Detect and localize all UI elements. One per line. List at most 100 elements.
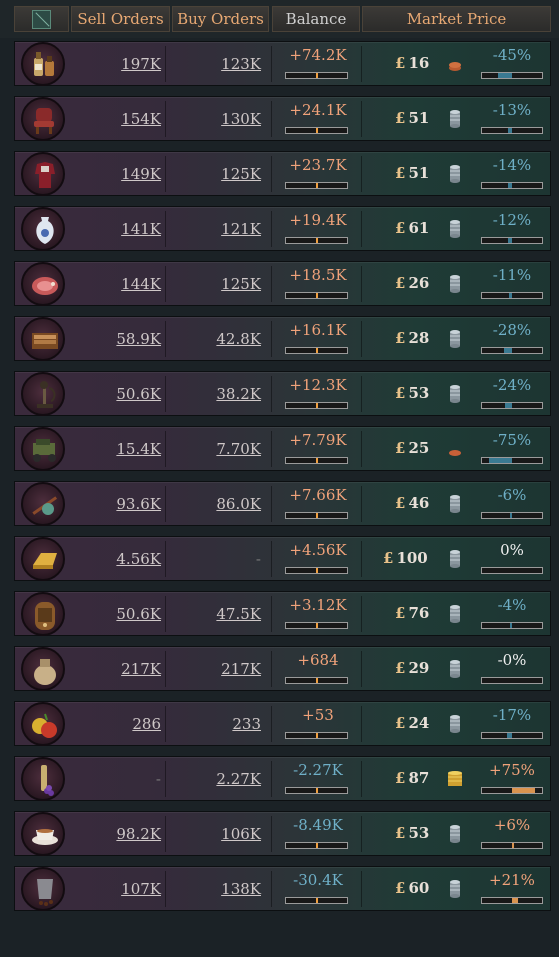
column-divider — [271, 596, 272, 632]
sell-orders-value[interactable]: 144K — [75, 275, 161, 293]
price-change-bar — [481, 457, 543, 464]
buy-orders-value[interactable]: 138K — [175, 880, 261, 898]
buy-orders-value[interactable]: 125K — [175, 275, 261, 293]
tea-icon[interactable] — [21, 812, 65, 856]
price-change-value: -0% — [497, 651, 527, 669]
sell-orders-value[interactable]: 93.6K — [75, 495, 161, 513]
sell-orders-value[interactable]: 217K — [75, 660, 161, 678]
sell-orders-value[interactable]: 141K — [75, 220, 161, 238]
header-icon-button[interactable] — [14, 6, 69, 32]
sell-orders-value[interactable]: 58.9K — [75, 330, 161, 348]
price-change-bar — [481, 237, 543, 244]
coin-stack-icon — [447, 52, 463, 74]
sell-orders-value[interactable]: 286 — [75, 715, 161, 733]
goods-row[interactable]: 58.9K 42.8K +16.1K £28 -28% — [14, 316, 551, 361]
goods-row[interactable]: 149K 125K +23.7K £51 -14% — [14, 151, 551, 196]
goods-row[interactable]: 93.6K 86.0K +7.66K £46 -6% — [14, 481, 551, 526]
price-change-bar-fill — [508, 128, 512, 133]
buy-orders-value[interactable]: 38.2K — [175, 385, 261, 403]
balance-bar — [285, 622, 348, 629]
goods-row[interactable]: 4.56K - +4.56K £100 0% — [14, 536, 551, 581]
buy-orders-value[interactable]: 130K — [175, 110, 261, 128]
sell-orders-value[interactable]: - — [75, 770, 161, 788]
radio-icon[interactable] — [21, 592, 65, 636]
balance-bar-marker — [316, 843, 318, 848]
goods-row[interactable]: 286 233 +53 £24 -17% — [14, 701, 551, 746]
wine-icon[interactable] — [21, 757, 65, 801]
luxury-clothes-icon[interactable] — [21, 152, 65, 196]
price-change-bar-fill — [489, 458, 512, 463]
goods-row[interactable]: 144K 125K +18.5K £26 -11% — [14, 261, 551, 306]
balance-bar-marker — [316, 238, 318, 243]
goods-row[interactable]: 197K 123K +74.2K £16 -45% — [14, 41, 551, 86]
goods-row[interactable]: 50.6K 47.5K +3.12K £76 -4% — [14, 591, 551, 636]
pound-sign: £ — [395, 824, 406, 842]
buy-orders-value[interactable]: 121K — [175, 220, 261, 238]
pound-sign: £ — [395, 274, 406, 292]
luxury-furniture-icon[interactable] — [21, 97, 65, 141]
sell-orders-value[interactable]: 98.2K — [75, 825, 161, 843]
telephone-icon[interactable] — [21, 372, 65, 416]
pound-sign: £ — [395, 384, 406, 402]
column-divider — [271, 376, 272, 412]
column-divider — [271, 46, 272, 82]
goods-row[interactable]: 15.4K 7.70K +7.79K £25 -75% — [14, 426, 551, 471]
grain-icon[interactable] — [21, 647, 65, 691]
price-change-bar-fill — [507, 733, 512, 738]
buy-orders-value[interactable]: 7.70K — [175, 440, 261, 458]
meat-icon[interactable] — [21, 262, 65, 306]
buy-orders-header[interactable]: Buy Orders — [172, 6, 269, 32]
automobile-icon[interactable] — [21, 427, 65, 471]
sell-orders-value[interactable]: 154K — [75, 110, 161, 128]
market-price-header[interactable]: Market Price — [362, 6, 551, 32]
balance-bar-marker — [316, 293, 318, 298]
buy-orders-value[interactable]: 233 — [175, 715, 261, 733]
buy-orders-value[interactable]: 47.5K — [175, 605, 261, 623]
column-divider — [165, 486, 166, 522]
sell-orders-value[interactable]: 15.4K — [75, 440, 161, 458]
buy-orders-value[interactable]: - — [175, 550, 261, 568]
goods-row[interactable]: 98.2K 106K -8.49K £53 +6% — [14, 811, 551, 856]
sell-orders-value[interactable]: 197K — [75, 55, 161, 73]
balance-header[interactable]: Balance — [272, 6, 360, 32]
pound-sign: £ — [395, 879, 406, 897]
market-price-value: £100 — [383, 549, 457, 567]
sell-orders-value[interactable]: 4.56K — [75, 550, 161, 568]
balance-bar — [285, 842, 348, 849]
fruit-icon[interactable] — [21, 702, 65, 746]
gold-icon[interactable] — [21, 537, 65, 581]
buy-orders-value[interactable]: 217K — [175, 660, 261, 678]
price-change-bar — [481, 72, 543, 79]
price-change-value: -45% — [492, 46, 532, 64]
buy-orders-value[interactable]: 123K — [175, 55, 261, 73]
column-divider — [165, 706, 166, 742]
goods-row[interactable]: 217K 217K +684 £29 -0% — [14, 646, 551, 691]
porcelain-icon[interactable] — [21, 207, 65, 251]
tobacco-icon[interactable] — [21, 317, 65, 361]
goods-row[interactable]: 141K 121K +19.4K £61 -12% — [14, 206, 551, 251]
opium-icon[interactable] — [21, 482, 65, 526]
buy-orders-value[interactable]: 2.27K — [175, 770, 261, 788]
goods-row[interactable]: 154K 130K +24.1K £51 -13% — [14, 96, 551, 141]
sell-orders-value[interactable]: 107K — [75, 880, 161, 898]
buy-orders-value[interactable]: 125K — [175, 165, 261, 183]
sell-orders-header[interactable]: Sell Orders — [71, 6, 170, 32]
sell-orders-value[interactable]: 50.6K — [75, 605, 161, 623]
goods-row[interactable]: -2.27K -2.27K £87 +75% — [14, 756, 551, 801]
price-change-bar-fill — [504, 348, 512, 353]
column-divider — [165, 816, 166, 852]
column-divider — [271, 651, 272, 687]
sell-orders-value[interactable]: 50.6K — [75, 385, 161, 403]
price-change-value: 0% — [500, 541, 524, 559]
balance-bar — [285, 732, 348, 739]
buy-orders-value[interactable]: 86.0K — [175, 495, 261, 513]
buy-orders-value[interactable]: 42.8K — [175, 330, 261, 348]
sell-orders-value[interactable]: 149K — [75, 165, 161, 183]
buy-orders-value[interactable]: 106K — [175, 825, 261, 843]
liquor-icon[interactable] — [21, 42, 65, 86]
coffee-icon[interactable] — [21, 867, 65, 911]
price-change-bar — [481, 622, 543, 629]
column-divider — [165, 871, 166, 907]
goods-row[interactable]: 107K 138K -30.4K £60 +21% — [14, 866, 551, 911]
goods-row[interactable]: 50.6K 38.2K +12.3K £53 -24% — [14, 371, 551, 416]
